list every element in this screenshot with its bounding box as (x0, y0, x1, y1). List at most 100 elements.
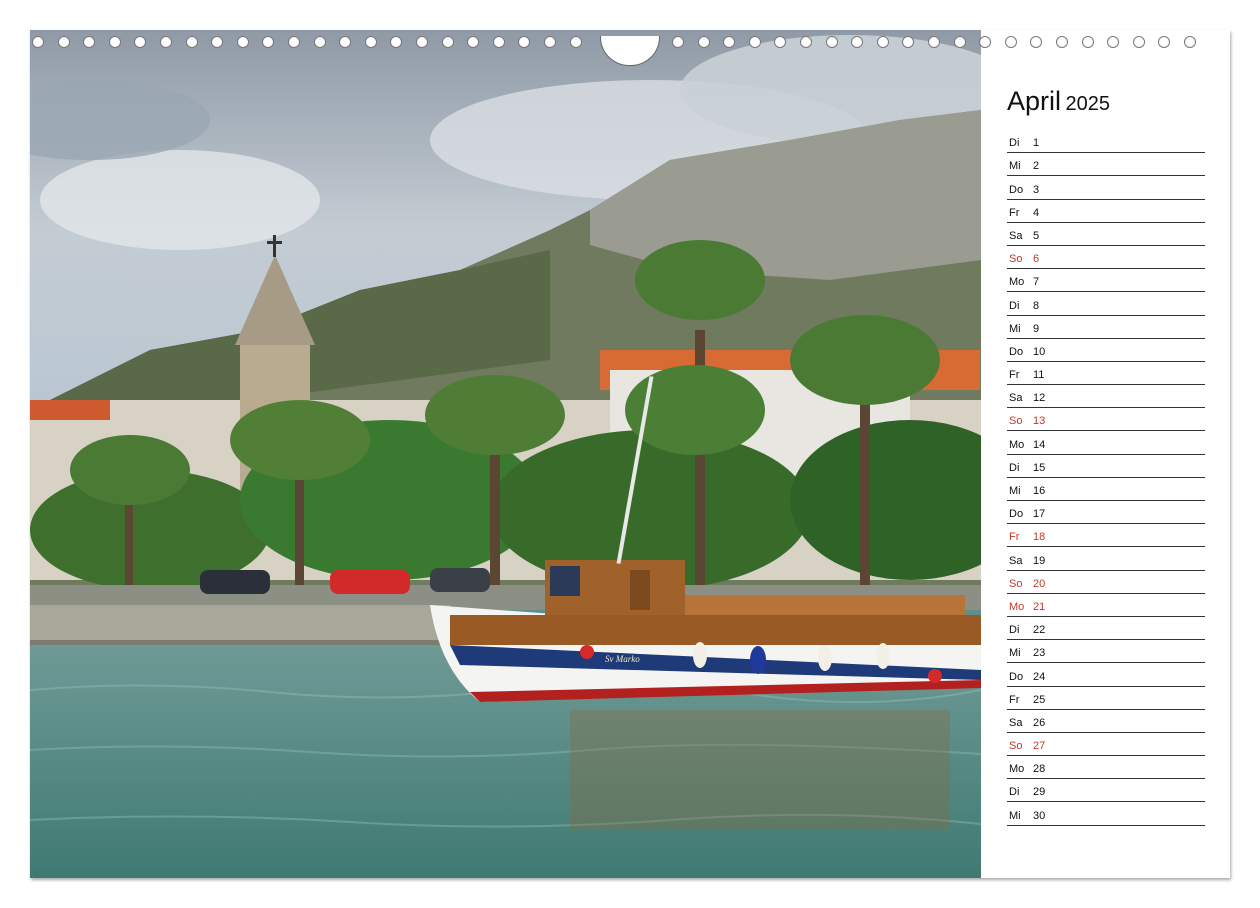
day-row: Do 24 (1007, 663, 1205, 687)
day-number: 3 (1033, 183, 1040, 196)
day-row: Mi 2 (1007, 153, 1205, 177)
day-number: 14 (1033, 438, 1046, 451)
day-row: Do 17 (1007, 501, 1205, 525)
day-number: 11 (1033, 369, 1045, 382)
weekday-label: Di (1009, 461, 1020, 474)
day-row: Sa 5 (1007, 223, 1205, 246)
day-row: So 13 (1007, 408, 1205, 432)
weekday-label: Di (1009, 137, 1020, 150)
day-number: 27 (1033, 740, 1046, 753)
weekday-label: Mi (1009, 160, 1021, 173)
weekday-label: Sa (1009, 392, 1023, 405)
weekday-label: So (1009, 415, 1023, 428)
day-number: 7 (1033, 276, 1040, 289)
weekday-label: Sa (1009, 229, 1023, 242)
day-row: Fr 25 (1007, 687, 1205, 710)
weekday-label: Fr (1009, 693, 1020, 706)
day-row: Mi 30 (1007, 802, 1205, 826)
weekday-label: Sa (1009, 716, 1023, 729)
day-number: 12 (1033, 392, 1046, 405)
day-row: Mi 16 (1007, 478, 1205, 501)
weekday-label: Mi (1009, 647, 1021, 660)
day-row: Do 10 (1007, 339, 1205, 362)
day-row: Sa 12 (1007, 385, 1205, 409)
day-number: 10 (1033, 345, 1046, 358)
day-row: Mi 23 (1007, 640, 1205, 664)
day-row: Sa 26 (1007, 710, 1205, 733)
month-name: April (1007, 86, 1062, 116)
day-number: 22 (1033, 624, 1046, 637)
weekday-label: Fr (1009, 206, 1020, 219)
weekday-label: Mi (1009, 809, 1021, 822)
day-number: 30 (1033, 809, 1046, 822)
day-row: Mo 28 (1007, 756, 1205, 780)
day-number: 21 (1033, 600, 1046, 613)
day-number: 8 (1033, 299, 1040, 312)
weekday-label: Do (1009, 508, 1024, 521)
day-row: Sa 19 (1007, 547, 1205, 571)
weekday-label: Mo (1009, 600, 1025, 613)
weekday-label: Do (1009, 670, 1024, 683)
day-number: 4 (1033, 206, 1040, 219)
day-row: Mi 9 (1007, 316, 1205, 339)
binding-ring (1081, 36, 1094, 48)
weekday-label: Mo (1009, 276, 1025, 289)
calendar-panel: April 2025 Di 1 Mi 2 Do 3 Fr 4 Sa 5 So 6 Mo 7 Di 8 Mi 9 Do… (1007, 86, 1205, 826)
day-number: 13 (1033, 415, 1046, 428)
day-number: 18 (1033, 531, 1046, 544)
binding-ring (1158, 36, 1171, 48)
day-row: Di 8 (1007, 292, 1205, 316)
day-number: 24 (1033, 670, 1046, 683)
boat-name-label: Sv Marko (605, 654, 640, 664)
binding-ring (1132, 36, 1145, 48)
day-row: Di 15 (1007, 455, 1205, 478)
day-number: 20 (1033, 577, 1046, 590)
weekday-label: Fr (1009, 369, 1020, 382)
day-row: Fr 11 (1007, 362, 1205, 386)
day-number: 29 (1033, 786, 1046, 799)
day-number: 17 (1033, 508, 1046, 521)
day-row: Mo 7 (1007, 269, 1205, 293)
weekday-label: Di (1009, 786, 1020, 799)
weekday-label: So (1009, 577, 1023, 590)
day-row: Mo 21 (1007, 594, 1205, 617)
day-number: 16 (1033, 485, 1046, 497)
weekday-label: Mi (1009, 485, 1021, 497)
day-list: Di 1 Mi 2 Do 3 Fr 4 Sa 5 So 6 Mo 7 Di 8 Mi 9 Do 10 Fr 11 Sa 12 S… (1007, 130, 1205, 826)
day-row: Fr 18 (1007, 524, 1205, 548)
weekday-label: So (1009, 253, 1023, 266)
day-number: 23 (1033, 647, 1046, 660)
day-row: Fr 4 (1007, 200, 1205, 223)
day-number: 26 (1033, 716, 1046, 729)
binding-ring (1107, 36, 1120, 48)
day-row: Di 1 (1007, 130, 1205, 154)
day-number: 9 (1033, 322, 1040, 335)
binding-ring (1030, 36, 1043, 48)
weekday-label: Mi (1009, 322, 1021, 335)
day-row: Do 3 (1007, 176, 1205, 200)
day-row: Di 22 (1007, 617, 1205, 641)
binding-ring (1004, 36, 1017, 48)
harbor-scene: Sv Marko (30, 30, 981, 878)
weekday-label: Do (1009, 183, 1024, 196)
weekday-label: Mo (1009, 763, 1025, 776)
day-row: Di 29 (1007, 779, 1205, 803)
calendar-page: Sv Marko April 2025 Di 1 Mi 2 Do 3 Fr 4 Sa 5 So 6 Mo… (30, 30, 1230, 878)
harbor-photo: Sv Marko (30, 30, 981, 878)
weekday-label: Fr (1009, 531, 1020, 544)
day-number: 19 (1033, 554, 1046, 567)
weekday-label: Sa (1009, 554, 1023, 567)
binding-ring (1056, 36, 1068, 48)
day-number: 2 (1033, 160, 1040, 173)
day-number: 5 (1033, 229, 1040, 242)
weekday-label: Di (1009, 299, 1020, 312)
binding-ring (1184, 36, 1196, 48)
day-number: 28 (1033, 763, 1046, 776)
day-row: So 20 (1007, 571, 1205, 594)
day-row: So 27 (1007, 733, 1205, 757)
month-title: April 2025 (1007, 86, 1205, 128)
day-row: Mo 14 (1007, 431, 1205, 455)
day-number: 6 (1033, 253, 1040, 266)
weekday-label: Di (1009, 624, 1020, 637)
weekday-label: Do (1009, 345, 1024, 358)
